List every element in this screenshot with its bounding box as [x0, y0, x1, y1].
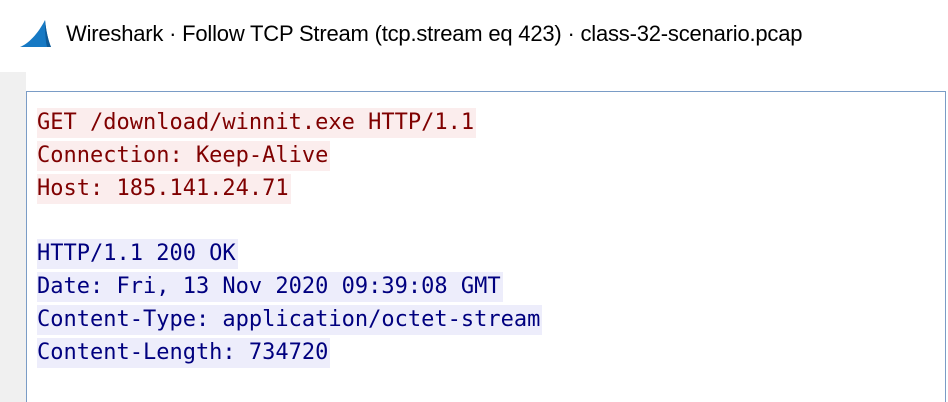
tcp-stream-text-pane[interactable]: GET /download/winnit.exe HTTP/1.1 Connec…: [26, 91, 946, 402]
response-line-text: Content-Type: application/octet-stream: [37, 305, 543, 335]
request-line: Connection: Keep-Alive: [37, 139, 542, 172]
window-title: Wireshark · Follow TCP Stream (tcp.strea…: [66, 21, 803, 46]
response-line: Content-Type: application/octet-stream: [37, 303, 543, 336]
request-line: Host: 185.141.24.71: [37, 172, 542, 205]
request-line: GET /download/winnit.exe HTTP/1.1: [37, 106, 542, 139]
stream-content: GET /download/winnit.exe HTTP/1.1 Connec…: [37, 106, 543, 369]
request-line-text: Connection: Keep-Alive: [37, 141, 331, 171]
response-line-text: Content-Length: 734720: [37, 338, 331, 368]
response-line: Date: Fri, 13 Nov 2020 09:39:08 GMT: [37, 270, 542, 303]
response-line-text: Date: Fri, 13 Nov 2020 09:39:08 GMT: [37, 272, 503, 302]
title-bar: Wireshark · Follow TCP Stream (tcp.strea…: [0, 0, 948, 72]
wireshark-fin-icon: [20, 20, 51, 47]
stream-spacer: [37, 205, 542, 237]
window-frame-edge: [0, 72, 26, 402]
response-line: HTTP/1.1 200 OK: [37, 237, 542, 270]
response-line-text: HTTP/1.1 200 OK: [37, 239, 238, 269]
request-line-text: Host: 185.141.24.71: [37, 174, 291, 204]
request-line-text: GET /download/winnit.exe HTTP/1.1: [37, 108, 477, 138]
response-line: Content-Length: 734720: [37, 336, 542, 369]
